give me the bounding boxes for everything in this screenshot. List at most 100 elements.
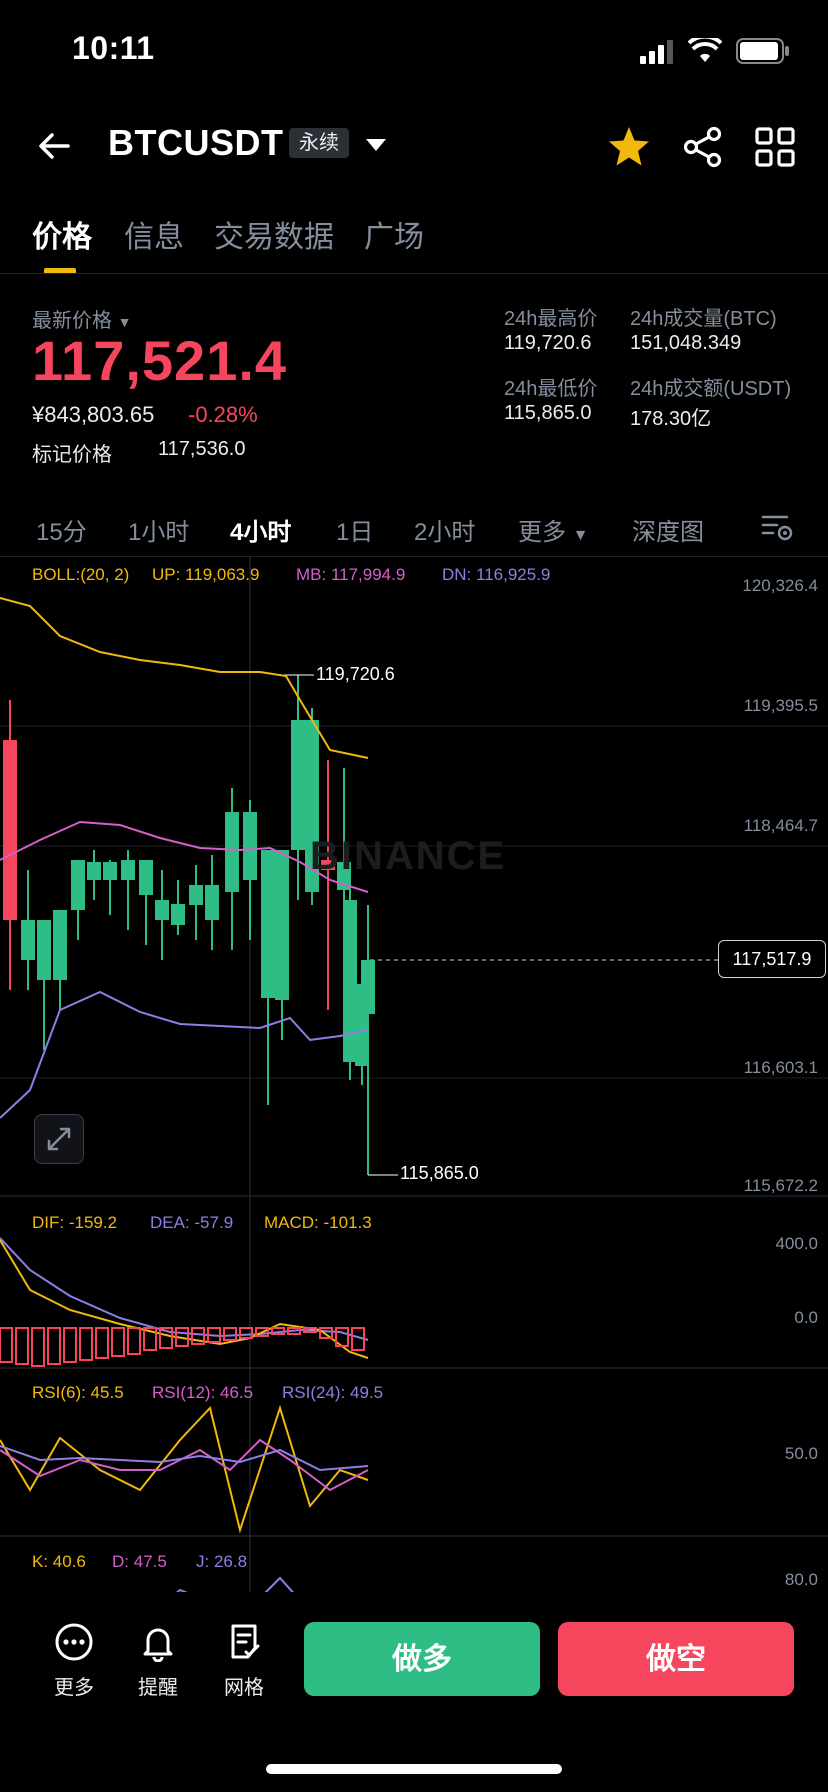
turnover-label: 24h成交额(USDT)	[630, 378, 792, 400]
macd-histogram-bar	[47, 1327, 61, 1365]
fullscreen-button[interactable]	[34, 1114, 84, 1164]
expand-icon	[47, 1127, 71, 1151]
mark-price: 117,536.0	[158, 438, 246, 460]
pair-title[interactable]: BTCUSDT	[108, 122, 283, 164]
macd-histogram-bar	[127, 1327, 141, 1355]
candlestick-chart[interactable]	[0, 556, 828, 1592]
rsi-axis-label: 50.0	[784, 1444, 818, 1463]
kdj-j: J: 26.8	[196, 1552, 248, 1571]
candle-body	[225, 812, 239, 892]
macd-axis-label: 0.0	[794, 1308, 818, 1327]
macd-dea: DEA: -57.9	[150, 1213, 234, 1232]
mark-price-label: 标记价格	[32, 444, 112, 466]
candle-body	[291, 720, 305, 850]
macd-histogram-bar	[95, 1327, 109, 1359]
candle-body	[343, 900, 357, 1062]
candle-body	[275, 850, 289, 1000]
candle-body	[139, 860, 153, 895]
grid-label: 网格	[224, 1677, 264, 1699]
price-axis-label: 116,603.1	[743, 1058, 818, 1077]
current-price-tag[interactable]: 117,517.9	[718, 940, 826, 978]
interval-more[interactable]: 更多 ▼	[518, 512, 589, 547]
depth-chart-tab[interactable]: 深度图	[632, 512, 704, 547]
macd-dea-line	[0, 1237, 369, 1341]
tab-square[interactable]: 广场	[364, 212, 424, 256]
kdj-d: D: 47.5	[112, 1552, 167, 1571]
high-label: 24h最高价	[504, 308, 598, 330]
more-icon	[55, 1623, 93, 1661]
macd-histogram-bar	[111, 1327, 125, 1357]
kdj-axis-label: 80.0	[784, 1570, 818, 1589]
cny-price: ¥843,803.65	[32, 402, 155, 427]
home-indicator[interactable]	[266, 1764, 562, 1774]
bell-icon	[143, 1628, 173, 1663]
candle-body	[71, 860, 85, 910]
candle-body	[87, 862, 101, 880]
rsi6: RSI(6): 45.5	[32, 1383, 124, 1402]
candle-body	[155, 900, 169, 920]
watermark: BINANCE	[310, 834, 507, 878]
tab-price[interactable]: 价格	[32, 212, 92, 256]
low-label: 24h最低价	[504, 378, 598, 400]
candle-body	[3, 740, 17, 920]
divider	[0, 273, 828, 274]
grid-menu-icon[interactable]	[752, 124, 798, 170]
battery-icon	[736, 38, 789, 64]
grid-button[interactable]: 网格	[214, 1622, 274, 1700]
low-value: 115,865.0	[504, 402, 592, 424]
price-axis-label: 119,395.5	[743, 696, 818, 715]
macd-dif-line	[0, 1239, 369, 1359]
candle-body	[261, 850, 275, 998]
turnover-value: 178.30亿	[630, 408, 712, 430]
macd-dif: DIF: -159.2	[32, 1213, 118, 1232]
status-time: 10:11	[72, 30, 155, 66]
long-button[interactable]: 做多	[304, 1622, 540, 1696]
share-icon[interactable]	[680, 124, 726, 170]
rsi24-line	[0, 1445, 369, 1472]
tab-trading-data[interactable]: 交易数据	[214, 212, 334, 256]
macd-histogram-bar	[0, 1327, 13, 1363]
interval-2h[interactable]: 2小时	[414, 512, 475, 547]
boll-lower-line	[0, 990, 369, 1119]
interval-15m[interactable]: 15分	[36, 512, 87, 547]
interval-1d[interactable]: 1日	[336, 512, 373, 547]
back-arrow-icon[interactable]	[34, 126, 74, 166]
more-label: 更多	[54, 1677, 94, 1699]
alert-button[interactable]: 提醒	[128, 1622, 188, 1700]
low-marker-label: 115,865.0	[400, 1163, 479, 1183]
interval-1h[interactable]: 1小时	[128, 512, 189, 547]
candle-body	[171, 904, 185, 925]
last-price: 117,521.4	[32, 329, 288, 392]
candle-body	[121, 860, 135, 880]
high-marker-label: 119,720.6	[316, 664, 395, 684]
macd-value: MACD: -101.3	[264, 1213, 372, 1232]
volume-label: 24h成交量(BTC)	[630, 308, 777, 330]
kdj-k: K: 40.6	[32, 1552, 86, 1571]
rsi24: RSI(24): 49.5	[282, 1383, 384, 1402]
alert-label: 提醒	[138, 1677, 178, 1699]
candle-body	[37, 920, 51, 980]
macd-histogram-bar	[79, 1327, 93, 1361]
star-icon[interactable]	[606, 124, 652, 170]
candle-body	[53, 910, 67, 980]
interval-4h[interactable]: 4小时	[230, 512, 291, 547]
candle-body	[205, 885, 219, 920]
tab-info[interactable]: 信息	[124, 212, 184, 256]
candle-body	[21, 920, 35, 960]
chevron-down-icon[interactable]	[364, 137, 388, 153]
high-value: 119,720.6	[504, 332, 592, 354]
boll-dn: DN: 116,925.9	[442, 565, 551, 584]
chart-settings-icon[interactable]	[760, 512, 794, 542]
grid-bot-icon	[231, 1624, 260, 1659]
boll-mb: MB: 117,994.9	[296, 565, 406, 584]
volume-value: 151,048.349	[630, 332, 742, 354]
more-button[interactable]: 更多	[44, 1622, 104, 1700]
macd-axis-label: 400.0	[775, 1234, 818, 1253]
kdj-j-line	[175, 1588, 188, 1592]
macd-histogram-bar	[15, 1327, 29, 1365]
short-button[interactable]: 做空	[558, 1622, 794, 1696]
contract-badge: 永续	[289, 128, 349, 158]
price-axis-label: 115,672.2	[743, 1176, 818, 1195]
wifi-icon	[688, 38, 722, 62]
price-axis-label: 118,464.7	[743, 816, 818, 835]
